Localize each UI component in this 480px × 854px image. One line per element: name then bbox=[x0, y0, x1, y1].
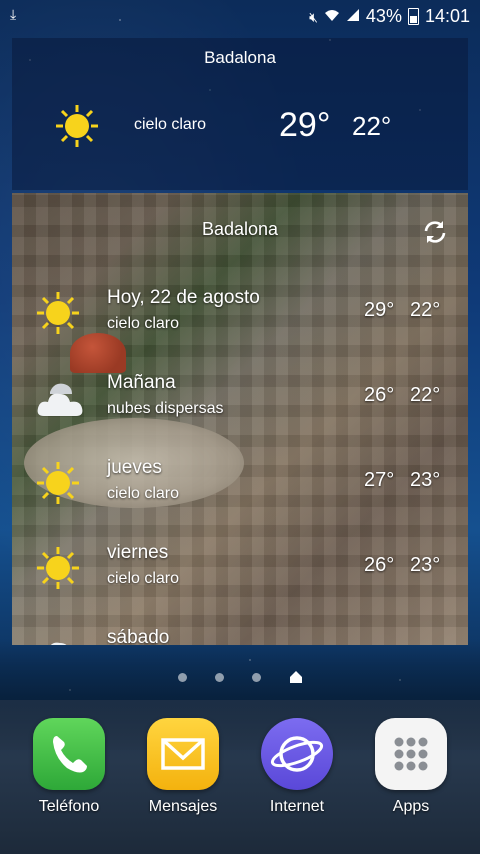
app-label: Mensajes bbox=[148, 798, 218, 815]
mute-icon: 🔇︎ bbox=[309, 8, 318, 25]
weather-forecast-widget[interactable]: Badalona Hoy, 22 de agosto cielo claro 2… bbox=[12, 193, 468, 645]
phone-app[interactable]: Teléfono bbox=[14, 718, 124, 816]
widget-description: cielo claro bbox=[134, 116, 207, 133]
phone-icon bbox=[33, 718, 105, 790]
apps-drawer[interactable]: Apps bbox=[356, 718, 466, 816]
day-high-temp: 29° bbox=[364, 299, 395, 321]
cloud-icon bbox=[36, 629, 86, 645]
day-name: viernes bbox=[107, 542, 169, 563]
weather-widget-small[interactable]: Badalona cielo claro 29° 22° bbox=[12, 38, 468, 190]
sun-icon bbox=[55, 104, 99, 153]
messages-app[interactable]: Mensajes bbox=[128, 718, 238, 816]
day-description: cielo claro bbox=[107, 570, 180, 587]
app-label: Teléfono bbox=[38, 798, 100, 815]
battery-percent: 43% bbox=[365, 6, 402, 26]
page-dot[interactable] bbox=[214, 672, 224, 682]
day-name: sábado bbox=[107, 627, 170, 645]
refresh-icon[interactable] bbox=[422, 219, 448, 245]
day-high-temp: 26° bbox=[364, 384, 395, 406]
widget-high-temp: 29° bbox=[279, 106, 331, 144]
day-high-temp: 27° bbox=[364, 469, 395, 491]
day-name: jueves bbox=[107, 457, 162, 478]
widget-city: Badalona bbox=[204, 48, 276, 67]
forecast-day-row: jueves cielo claro 27° 23° bbox=[12, 449, 468, 531]
day-high-temp: 26° bbox=[364, 554, 395, 576]
page-indicator bbox=[0, 668, 480, 686]
day-name: Mañana bbox=[107, 372, 176, 393]
download-icon: ⤓ bbox=[10, 6, 17, 22]
day-low-temp: 22° bbox=[410, 299, 441, 321]
forecast-day-row: viernes cielo claro 26° 23° bbox=[12, 534, 468, 616]
home-page-icon[interactable] bbox=[289, 670, 303, 684]
forecast-city: Badalona bbox=[201, 219, 279, 239]
forecast-day-row: Mañana nubes dispersas 26° 22° bbox=[12, 364, 468, 446]
widget-low-temp: 22° bbox=[352, 111, 392, 141]
status-bar: ⤓ 🔇︎ 43% 14:01 bbox=[0, 0, 480, 32]
app-label: Apps bbox=[392, 798, 430, 815]
page-dot[interactable] bbox=[177, 672, 187, 682]
sun-icon bbox=[36, 291, 80, 340]
app-label: Internet bbox=[269, 798, 325, 815]
signal-icon bbox=[346, 8, 360, 26]
day-description: cielo claro bbox=[107, 485, 180, 502]
day-name: Hoy, 22 de agosto bbox=[107, 287, 260, 308]
envelope-icon bbox=[147, 718, 219, 790]
apps-grid-icon bbox=[375, 718, 447, 790]
day-low-temp: 22° bbox=[410, 384, 441, 406]
day-description: cielo claro bbox=[107, 315, 180, 332]
day-low-temp: 23° bbox=[410, 469, 441, 491]
battery-icon bbox=[407, 8, 419, 25]
cloud-icon bbox=[36, 380, 86, 425]
page-dot[interactable] bbox=[251, 672, 261, 682]
sun-icon bbox=[36, 546, 80, 595]
day-low-temp: 23° bbox=[410, 554, 441, 576]
clock: 14:01 bbox=[424, 6, 470, 26]
day-description: nubes dispersas bbox=[107, 400, 224, 417]
wifi-icon bbox=[324, 8, 340, 26]
forecast-day-row: Hoy, 22 de agosto cielo claro 29° 22° bbox=[12, 279, 468, 361]
internet-icon bbox=[261, 718, 333, 790]
sun-icon bbox=[36, 461, 80, 510]
internet-app[interactable]: Internet bbox=[242, 718, 352, 816]
app-dock: Teléfono Mensajes Internet Apps bbox=[0, 718, 480, 828]
forecast-day-row: sábado bbox=[12, 619, 468, 645]
